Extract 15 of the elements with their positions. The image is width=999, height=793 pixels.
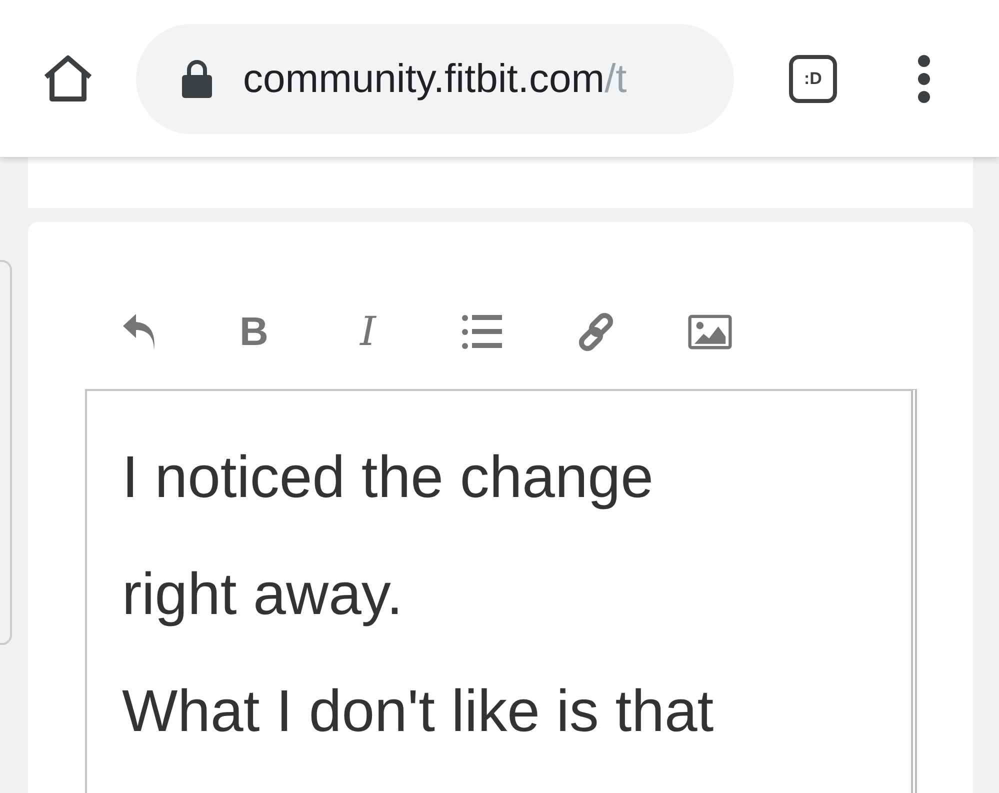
menu-icon[interactable] [917,54,931,102]
bulleted-list-icon[interactable] [462,315,502,349]
message-text-line: What I don't like is that [122,677,715,746]
address-bar[interactable]: community.fitbit.com/t [136,24,734,134]
italic-button[interactable]: I [346,305,390,359]
bold-button[interactable]: B [232,305,276,359]
home-icon[interactable] [42,54,94,102]
url-text: community.fitbit.com/t [243,56,627,102]
message-field[interactable]: I noticed the change right away. What I don't like is that [85,389,917,793]
tab-switcher[interactable]: :D [789,54,837,102]
lock-icon [181,60,213,98]
image-icon[interactable] [688,313,732,351]
link-icon[interactable] [576,312,616,352]
message-text-line: I noticed the change [122,443,654,512]
message-text-line: right away. [122,560,404,629]
